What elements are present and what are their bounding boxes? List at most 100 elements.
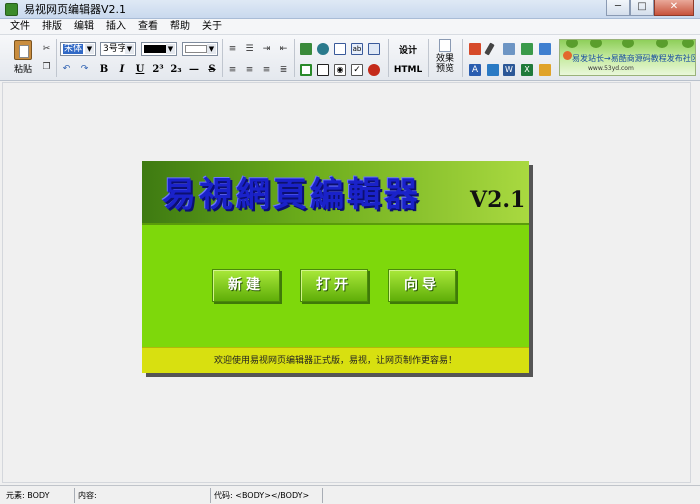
chevron-down-icon: ▼ [207, 44, 216, 54]
bg-color-select[interactable]: ▼ [182, 42, 218, 56]
preview-button[interactable]: 效果 预览 [432, 39, 458, 77]
maximize-button[interactable]: □ [630, 0, 654, 16]
menu-bar: 文件 排版 编辑 插入 查看 帮助 关于 [0, 19, 700, 35]
checkbox-icon[interactable]: ✓ [351, 64, 363, 76]
design-mode-button[interactable]: 设计 [392, 43, 424, 56]
align-center-icon[interactable]: ≡ [243, 64, 256, 77]
splash-body: 新建 打开 向导 [142, 223, 529, 347]
strike-button[interactable]: S [205, 64, 219, 75]
cut-icon[interactable]: ✂ [40, 43, 53, 56]
menu-layout[interactable]: 排版 [36, 19, 68, 35]
toolbar-separator [462, 39, 463, 77]
paste-label: 粘贴 [13, 65, 32, 75]
font-icon[interactable]: A [469, 64, 481, 76]
image-insert-icon[interactable] [521, 43, 533, 55]
leaf-decoration [590, 40, 602, 48]
toolbar-separator [294, 39, 295, 77]
font-size-value: 3号字 [103, 44, 127, 54]
html-mode-button[interactable]: HTML [392, 65, 424, 75]
status-element: 元素: BODY [6, 491, 50, 500]
frame-icon[interactable] [300, 64, 312, 76]
splash-version: V2.1 [470, 187, 526, 213]
splash-dialog: 易視網頁編輯器 V2.1 新建 打开 向导 欢迎使用易视网页编辑器正式版，易视，… [142, 161, 529, 373]
banner-url: www.53yd.com [588, 65, 634, 72]
box-icon[interactable] [317, 64, 329, 76]
subscript-button[interactable]: 2₃ [169, 64, 183, 75]
radio-icon[interactable]: ◉ [334, 64, 346, 76]
image-icon[interactable] [300, 43, 312, 55]
toolbar-separator [56, 39, 57, 77]
open-button[interactable]: 打开 [300, 269, 368, 302]
leaf-decoration [682, 40, 694, 48]
outdent-icon[interactable]: ⇤ [277, 43, 290, 56]
underline-button[interactable]: U [133, 64, 147, 75]
new-button[interactable]: 新建 [212, 269, 280, 302]
leaf-decoration [622, 40, 634, 48]
banner-logo-icon [563, 51, 572, 60]
menu-insert[interactable]: 插入 [100, 19, 132, 35]
align-right-icon[interactable]: ≡ [260, 64, 273, 77]
font-size-select[interactable]: 3号字 ▼ [100, 42, 136, 56]
title-bar: 易视网页编辑器V2.1 ─ □ ✕ [0, 0, 700, 19]
font-color-swatch [144, 44, 166, 53]
font-name-select[interactable]: 宋体 ▼ [60, 42, 96, 56]
word-icon[interactable]: W [503, 64, 515, 76]
clipboard-icon [14, 40, 32, 60]
chevron-down-icon: ▼ [125, 44, 134, 54]
window-title: 易视网页编辑器V2.1 [24, 3, 127, 16]
toolbar-separator [428, 39, 429, 77]
splash-title: 易視網頁編輯器 [162, 175, 421, 215]
splash-header: 易視網頁編輯器 V2.1 [142, 161, 529, 223]
paste-button[interactable]: 粘贴 [10, 38, 36, 78]
bold-button[interactable]: B [97, 64, 111, 75]
textbox-icon[interactable]: ab [351, 43, 363, 55]
superscript-button[interactable]: 2³ [151, 64, 165, 75]
table-icon[interactable] [334, 43, 346, 55]
horizontal-rule-button[interactable]: — [187, 64, 201, 75]
pen-icon[interactable] [484, 42, 495, 56]
splash-footer: 欢迎使用易视网页编辑器正式版，易视，让网页制作更容易！ [142, 347, 529, 373]
menu-about[interactable]: 关于 [196, 19, 228, 35]
refresh-icon[interactable] [539, 43, 551, 55]
app-icon [5, 2, 18, 16]
email-icon[interactable] [503, 43, 515, 55]
copy-icon[interactable]: ❐ [40, 61, 53, 74]
excel-icon[interactable]: X [521, 64, 533, 76]
menu-file[interactable]: 文件 [4, 19, 36, 35]
grid-icon[interactable] [539, 64, 551, 76]
status-divider [210, 488, 211, 503]
stop-icon[interactable] [368, 64, 380, 76]
indent-icon[interactable]: ⇥ [260, 43, 273, 56]
minimize-button[interactable]: ─ [606, 0, 630, 16]
justify-icon[interactable]: ≣ [277, 64, 290, 77]
unordered-list-icon[interactable]: ☰ [243, 43, 256, 56]
redo-icon[interactable]: ↷ [78, 63, 91, 76]
bg-color-swatch [185, 44, 207, 53]
menu-view[interactable]: 查看 [132, 19, 164, 35]
font-color-select[interactable]: ▼ [141, 42, 177, 56]
banner-text: 易发站长→易酷商源码教程发布社区 [572, 54, 696, 63]
status-bar: 元素: BODY 内容: 代码: <BODY></BODY> [0, 485, 700, 504]
close-button[interactable]: ✕ [654, 0, 694, 16]
italic-button[interactable]: I [115, 64, 129, 75]
marker-icon[interactable] [469, 43, 481, 55]
menu-help[interactable]: 帮助 [164, 19, 196, 35]
status-divider [322, 488, 323, 503]
wizard-button[interactable]: 向导 [388, 269, 456, 302]
chevron-down-icon: ▼ [166, 44, 175, 54]
status-divider [74, 488, 75, 503]
leaf-decoration [656, 40, 668, 48]
flash-icon[interactable] [317, 43, 329, 55]
toolbar-separator [388, 39, 389, 77]
ad-banner[interactable]: 易发站长→易酷商源码教程发布社区 www.53yd.com [559, 39, 696, 76]
align-left-icon[interactable]: ≡ [226, 64, 239, 77]
form-icon[interactable] [368, 43, 380, 55]
menu-edit[interactable]: 编辑 [68, 19, 100, 35]
window-controls: ─ □ ✕ [606, 0, 694, 16]
chevron-down-icon: ▼ [85, 44, 94, 54]
ordered-list-icon[interactable]: ≡ [226, 43, 239, 56]
leaf-decoration [566, 40, 578, 48]
font-name-value: 宋体 [63, 44, 84, 54]
brush-icon[interactable] [487, 64, 499, 76]
undo-icon[interactable]: ↶ [60, 63, 73, 76]
